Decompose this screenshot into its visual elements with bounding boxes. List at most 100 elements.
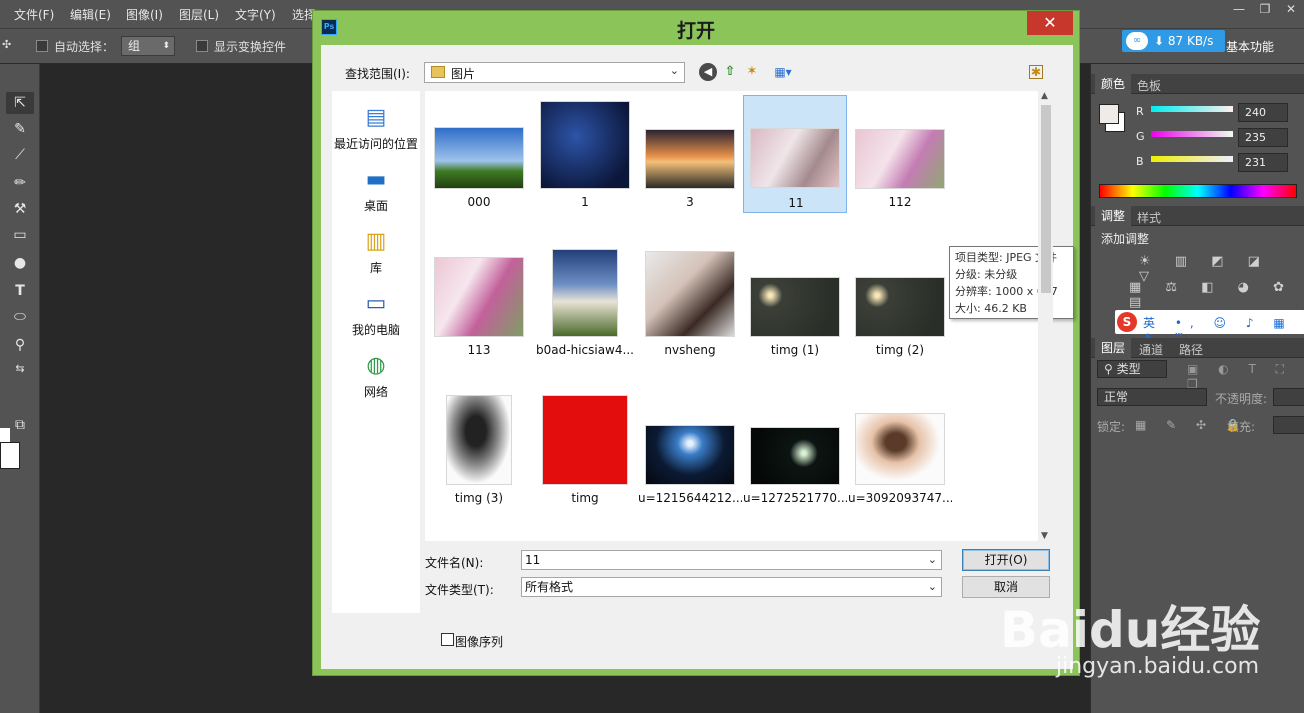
tab-color[interactable]: 颜色 [1095, 74, 1132, 94]
restore-button[interactable]: ❐ [1252, 0, 1278, 20]
scroll-thumb[interactable] [1041, 105, 1051, 293]
cloud-icon: ∞ [1126, 32, 1148, 50]
file-item-11[interactable]: 11 [743, 95, 847, 213]
filename-value: 11 [525, 553, 541, 567]
tab-styles[interactable]: 样式 [1137, 209, 1161, 226]
file-item-timg-2[interactable]: timg (2) [848, 243, 952, 361]
blend-mode-select[interactable]: 正常 [1097, 388, 1207, 406]
tab-channels[interactable]: 通道 [1139, 341, 1163, 358]
b-slider[interactable] [1151, 156, 1233, 162]
b-value[interactable]: 231 [1238, 153, 1288, 172]
r-slider[interactable] [1151, 106, 1233, 112]
folder-icon [431, 66, 445, 78]
g-slider[interactable] [1151, 131, 1233, 137]
background-color-swatch[interactable] [0, 442, 20, 469]
minimize-button[interactable]: — [1226, 0, 1252, 20]
opacity-field[interactable] [1273, 388, 1304, 406]
tab-layers[interactable]: 图层 [1095, 338, 1132, 358]
fill-label: 填充: [1227, 420, 1256, 434]
new-folder-icon[interactable]: ✶ [743, 63, 761, 81]
file-item-u1272[interactable]: u=1272521770... [743, 391, 847, 509]
close-window-button[interactable]: ✕ [1278, 0, 1304, 20]
chevron-down-icon[interactable]: ⌄ [928, 578, 937, 596]
view-menu-icon[interactable]: ▦▾ [769, 63, 797, 81]
menu-image[interactable]: 图像(I) [126, 6, 163, 23]
layer-kind-filter[interactable]: ⚲ 类型 [1097, 360, 1167, 378]
file-item-timg-3[interactable]: timg (3) [427, 391, 531, 509]
file-item-b0ad[interactable]: b0ad-hicsiaw4... [533, 243, 637, 361]
layers-panel-tabs: 图层 通道 路径 [1091, 338, 1304, 358]
file-item-timg[interactable]: timg [533, 391, 637, 509]
favorites-icon[interactable]: ✱ [1029, 65, 1043, 79]
file-item-timg-1[interactable]: timg (1) [743, 243, 847, 361]
file-item-nvsheng[interactable]: nvsheng [638, 243, 742, 361]
place-desktop[interactable]: ▬ 桌面 [332, 165, 420, 214]
place-computer[interactable]: ▭ 我的电脑 [332, 289, 420, 338]
place-library-label: 库 [369, 261, 382, 275]
workspace-switcher[interactable]: 基本功能 [1226, 38, 1274, 55]
file-item-3[interactable]: 3 [638, 95, 742, 213]
color-spectrum[interactable] [1099, 184, 1297, 198]
scroll-down-icon[interactable]: ▼ [1041, 531, 1048, 541]
dodge-tool-icon[interactable]: ● [6, 252, 34, 274]
gradient-tool-icon[interactable]: ▭ [6, 224, 34, 246]
menu-edit[interactable]: 编辑(E) [70, 6, 111, 23]
color-panel-tabs: 颜色 色板 [1091, 74, 1304, 94]
file-list: 000 1 3 11 112 113 b0ad-hicsiaw4... nvsh… [425, 91, 1074, 541]
file-item-000[interactable]: 000 [427, 95, 531, 213]
type-tool-icon[interactable]: T [6, 280, 34, 302]
menu-type[interactable]: 文字(Y) [235, 6, 276, 23]
r-value[interactable]: 240 [1238, 103, 1288, 122]
chevron-down-icon[interactable]: ⌄ [928, 551, 937, 569]
eyedropper-tool-icon[interactable]: ⟋ [6, 144, 34, 166]
menu-file[interactable]: 文件(F) [14, 6, 54, 23]
panel-foreground-swatch[interactable] [1099, 104, 1119, 124]
adjustment-icons-row-2[interactable]: ▦ ⚖ ◧ ◕ ✿ ▤ [1129, 280, 1304, 310]
fill-field[interactable] [1273, 416, 1304, 434]
auto-select-dropdown[interactable]: 组 ⬍ [121, 36, 175, 56]
filetype-dropdown[interactable]: 所有格式 ⌄ [521, 577, 942, 597]
history-brush-tool-icon[interactable]: ⚒ [6, 198, 34, 220]
filename-input[interactable]: 11 ⌄ [521, 550, 942, 570]
layer-filter-icons[interactable]: ▣ ◐ T ⛶ ❐ [1187, 362, 1304, 391]
place-recent-label: 最近访问的位置 [333, 137, 418, 151]
file-item-u3092[interactable]: u=3092093747... [848, 391, 952, 509]
up-folder-icon[interactable]: ⇧ [721, 63, 739, 81]
tab-paths[interactable]: 路径 [1179, 341, 1203, 358]
quick-mask-icon[interactable]: ⧉ [6, 414, 34, 436]
open-button[interactable]: 打开(O) [962, 549, 1050, 571]
baidu-url: jingyan.baidu.com [1056, 654, 1260, 679]
file-name: 11 [788, 196, 804, 210]
file-item-112[interactable]: 112 [848, 95, 952, 213]
recent-icon: ▤ [365, 105, 387, 130]
scroll-up-icon[interactable]: ▲ [1041, 91, 1048, 101]
menu-layer[interactable]: 图层(L) [179, 6, 219, 23]
dialog-close-button[interactable]: ✕ [1027, 11, 1073, 35]
image-sequence-checkbox[interactable] [441, 633, 454, 646]
quick-select-tool-icon[interactable]: ✎ [6, 118, 34, 140]
look-in-dropdown[interactable]: 图片 ⌄ [424, 62, 685, 83]
file-item-1[interactable]: 1 [533, 95, 637, 213]
place-recent[interactable]: ▤ 最近访问的位置 [332, 103, 420, 152]
file-item-u1215[interactable]: u=1215644212... [638, 391, 742, 509]
swap-colors-icon[interactable]: ⇆ [6, 358, 34, 380]
tab-swatches[interactable]: 色板 [1137, 77, 1161, 94]
dialog-titlebar[interactable]: Ps 打开 ✕ [313, 11, 1079, 45]
ellipse-tool-icon[interactable]: ⬭ [6, 306, 34, 328]
g-value[interactable]: 235 [1238, 128, 1288, 147]
place-library[interactable]: ▥ 库 [332, 227, 420, 276]
file-name: nvsheng [664, 343, 716, 357]
show-transform-checkbox[interactable] [196, 40, 208, 52]
brush-tool-icon[interactable]: ✏ [6, 172, 34, 194]
show-transform-label: 显示变换控件 [214, 40, 287, 54]
file-thumbnail [855, 413, 945, 485]
back-arrow-icon[interactable]: ◀ [699, 63, 717, 81]
tab-adjustments[interactable]: 调整 [1095, 206, 1132, 226]
sogou-ime-toolbar[interactable]: S 英 •, ☺ ♪ ▦ ♞ ♖ [1115, 310, 1304, 345]
auto-select-checkbox[interactable] [36, 40, 48, 52]
zoom-tool-icon[interactable]: ⚲ [6, 334, 34, 356]
file-list-scrollbar[interactable]: ▲ ▼ [1038, 91, 1053, 541]
move-tool-icon[interactable]: ⇱ [6, 92, 34, 114]
file-item-113[interactable]: 113 [427, 243, 531, 361]
place-network[interactable]: ◍ 网络 [332, 351, 420, 400]
